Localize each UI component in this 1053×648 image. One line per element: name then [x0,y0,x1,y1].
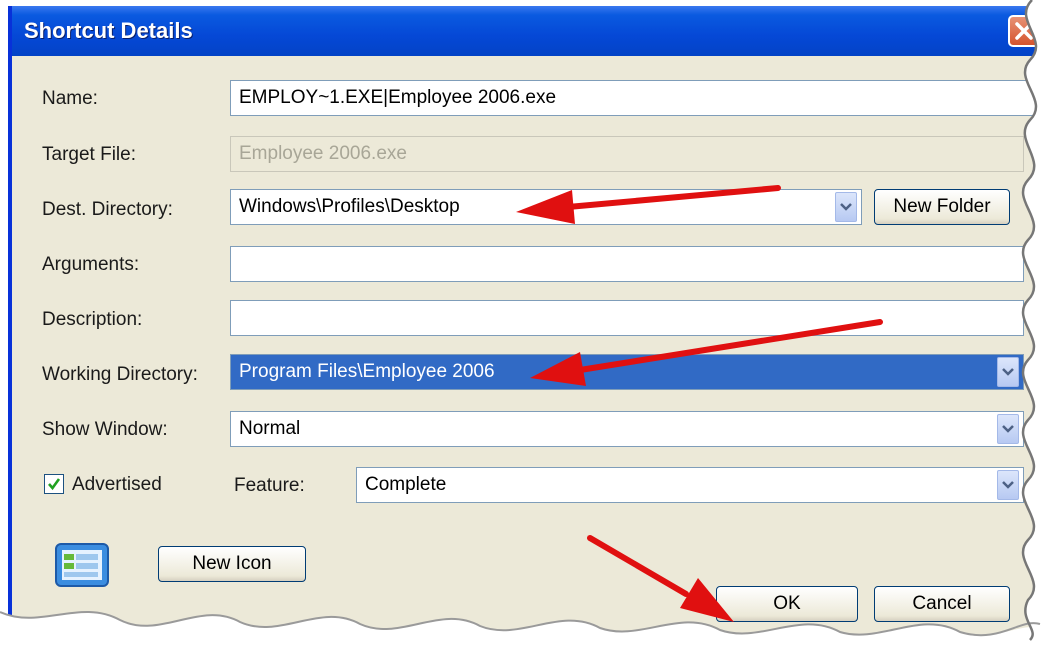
window-icon [55,543,109,587]
checkmark-icon [48,478,61,491]
advertised-label: Advertised [72,474,162,495]
dest-directory-label: Dest. Directory: [42,199,173,220]
description-field[interactable] [230,300,1024,336]
ok-button[interactable]: OK [716,586,858,622]
advertised-checkbox[interactable] [44,474,64,494]
chevron-down-icon [1002,481,1014,489]
working-directory-value: Program Files\Employee 2006 [239,361,495,382]
close-button[interactable] [1008,15,1040,47]
show-window-value: Normal [239,418,301,439]
shortcut-details-dialog: Shortcut Details Name: EMPLOY~1.EXE|Empl… [8,6,1048,642]
show-window-combo[interactable]: Normal [230,411,1024,447]
arguments-field[interactable] [230,246,1024,282]
close-icon [1015,22,1033,40]
target-file-field: Employee 2006.exe [230,136,1024,172]
window-title: Shortcut Details [24,18,193,43]
chevron-down-icon [840,203,852,211]
chevron-down-icon [1002,368,1014,376]
working-directory-label: Working Directory: [42,364,198,385]
chevron-down-icon [1002,425,1014,433]
working-directory-combo[interactable]: Program Files\Employee 2006 [230,354,1024,390]
new-icon-button[interactable]: New Icon [158,546,306,582]
target-file-label: Target File: [42,144,136,165]
working-directory-dropdown-button[interactable] [997,357,1019,387]
dest-directory-value: Windows\Profiles\Desktop [239,196,460,217]
dest-directory-combo[interactable]: Windows\Profiles\Desktop [230,189,862,225]
description-label: Description: [42,309,143,330]
feature-label: Feature: [234,475,305,496]
feature-value: Complete [365,474,447,495]
name-field[interactable]: EMPLOY~1.EXE|Employee 2006.exe [230,80,1042,116]
feature-dropdown-button[interactable] [997,470,1019,500]
title-bar: Shortcut Details [12,6,1046,56]
name-label: Name: [42,88,98,109]
dest-directory-dropdown-button[interactable] [835,192,857,222]
new-folder-button[interactable]: New Folder [874,189,1010,225]
cancel-button[interactable]: Cancel [874,586,1010,622]
feature-combo[interactable]: Complete [356,467,1024,503]
arguments-label: Arguments: [42,254,140,275]
show-window-dropdown-button[interactable] [997,414,1019,444]
show-window-label: Show Window: [42,419,168,440]
shortcut-icon [52,540,114,590]
